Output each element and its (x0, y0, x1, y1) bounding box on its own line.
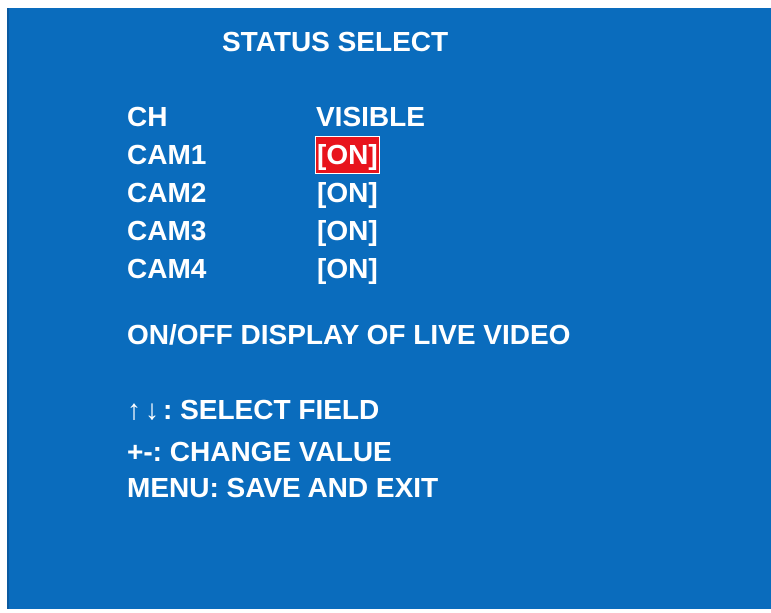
channel-name: CAM3 (127, 215, 207, 246)
up-arrow-icon: ↑ (127, 394, 141, 425)
channel-name: CAM2 (127, 177, 207, 208)
channel-name: CAM4 (127, 253, 207, 284)
field-description: ON/OFF DISPLAY OF LIVE VIDEO (127, 319, 571, 350)
visible-value-cam1[interactable]: [ON] (315, 136, 380, 174)
menu-title: STATUS SELECT (222, 26, 449, 57)
visible-value-text[interactable]: [ON] (316, 213, 379, 249)
visible-value-cam4[interactable]: [ON] (316, 251, 379, 287)
visible-value-cam2[interactable]: [ON] (316, 175, 379, 211)
help-select-field-text: : SELECT FIELD (163, 394, 380, 425)
ch-column-header: CH (127, 101, 168, 132)
down-arrow-icon: ↓ (145, 394, 159, 425)
channel-name: CAM1 (127, 139, 207, 170)
help-save-exit: MENU: SAVE AND EXIT (127, 472, 439, 503)
visible-value-cam3[interactable]: [ON] (316, 213, 379, 249)
visible-column-header: VISIBLE (316, 101, 425, 132)
help-select-field: ↑ ↓: SELECT FIELD (127, 392, 379, 428)
visible-value-text[interactable]: [ON] (315, 136, 380, 174)
visible-value-text[interactable]: [ON] (316, 251, 379, 287)
help-change-value: +-: CHANGE VALUE (127, 436, 392, 467)
osd-menu-screen: STATUS SELECT CH VISIBLE CAM1 [ON] CAM2 … (7, 8, 771, 609)
visible-value-text[interactable]: [ON] (316, 175, 379, 211)
